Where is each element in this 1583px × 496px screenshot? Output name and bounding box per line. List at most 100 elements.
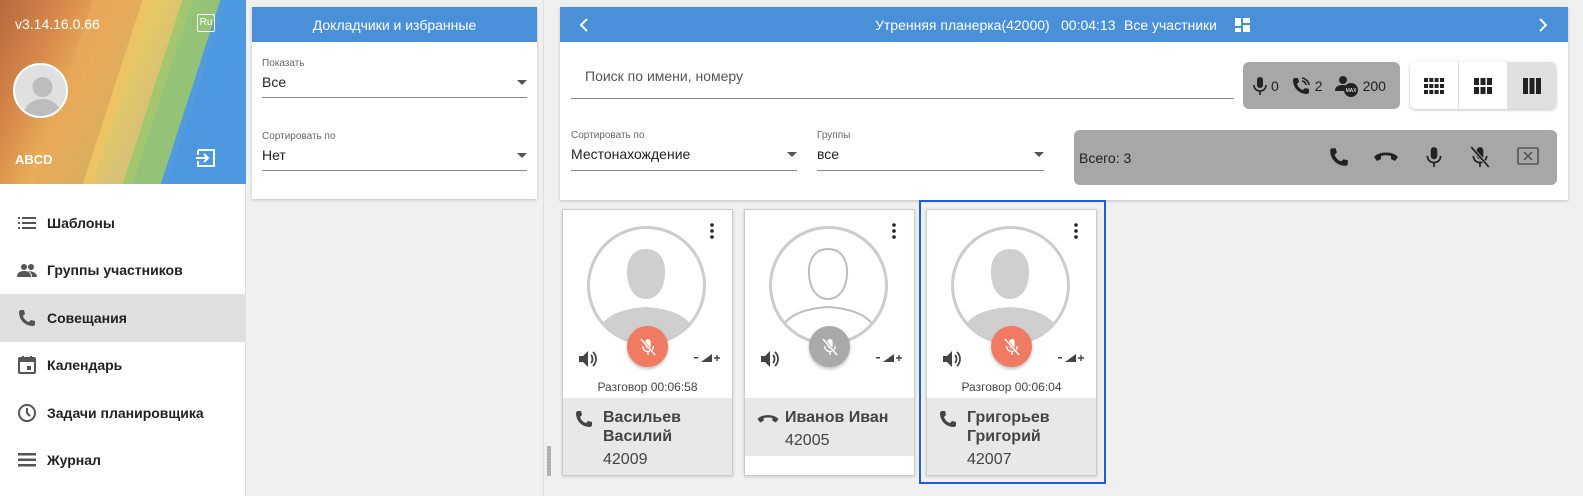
volume-icon[interactable] <box>942 350 962 368</box>
show-label: Показать <box>262 58 305 69</box>
speakers-sort-select[interactable]: Сортировать по Нет <box>262 131 527 171</box>
mic-count: 0 <box>1271 77 1279 94</box>
mic-off-icon <box>639 337 656 356</box>
show-value: Все <box>262 74 287 90</box>
layout-medium-grid-button[interactable] <box>1459 62 1508 109</box>
menu-item-conferences[interactable]: Совещания <box>0 294 246 342</box>
mute-toggle-button[interactable] <box>991 326 1032 367</box>
participant-card[interactable]: Иванов Иван 42005 <box>744 209 915 476</box>
menu-item-label: Календарь <box>47 357 123 374</box>
more-vertical-icon[interactable] <box>1074 223 1078 239</box>
phone-icon[interactable] <box>574 409 594 429</box>
participant-name: Васильев Василий <box>603 409 681 445</box>
groups-label: Группы <box>817 130 851 141</box>
max-participants-icon: MAX <box>1334 75 1358 97</box>
people-icon <box>17 264 37 278</box>
avatar[interactable] <box>13 63 68 118</box>
participant-number: 42009 <box>603 451 648 468</box>
layout-large-grid-button[interactable] <box>1508 62 1556 109</box>
show-select[interactable]: Показать Все <box>262 58 527 98</box>
participant-number: 42007 <box>967 451 1012 468</box>
language-switch[interactable]: Ru <box>197 14 215 32</box>
talk-duration: Разговор 00:06:04 <box>961 380 1062 394</box>
mute-all-icon[interactable] <box>1470 146 1490 168</box>
chevron-down-icon <box>517 153 527 158</box>
sort-value: Местонахождение <box>571 146 691 162</box>
menu-item-journal[interactable]: Журнал <box>0 437 246 485</box>
logout-icon[interactable] <box>195 148 217 168</box>
chevron-left-icon[interactable] <box>579 18 589 32</box>
sidebar: v3.14.16.0.66 Ru ABCD Шаблоны Группы уча… <box>0 0 246 496</box>
main-menu: Шаблоны Группы участников Совещания Кале… <box>0 199 246 484</box>
chevron-right-icon[interactable] <box>1538 18 1548 32</box>
participant-name: Иванов Иван <box>785 409 889 426</box>
search-input[interactable]: Поиск по имени, номеру <box>571 65 1234 99</box>
unmute-all-icon[interactable] <box>1426 146 1442 168</box>
menu-item-scheduler[interactable]: Задачи планировщика <box>0 389 246 437</box>
volume-icon[interactable] <box>578 350 598 368</box>
journal-icon <box>18 453 36 467</box>
mute-toggle-button[interactable] <box>809 326 850 367</box>
conference-timer: 00:04:13 <box>1061 17 1116 33</box>
mic-stat: 0 <box>1253 76 1279 96</box>
mute-toggle-button[interactable] <box>627 326 668 367</box>
volume-level-icon[interactable] <box>694 353 720 363</box>
sort-label: Сортировать по <box>571 130 645 141</box>
clock-icon <box>18 403 36 422</box>
conference-panel: Утренняя планерка(42000) 00:04:13 Все уч… <box>560 7 1568 200</box>
grid-columns-icon <box>1523 77 1541 94</box>
menu-item-templates[interactable]: Шаблоны <box>0 199 246 247</box>
more-vertical-icon[interactable] <box>892 223 896 239</box>
max-count: 200 <box>1362 77 1386 94</box>
talk-duration: Разговор 00:06:58 <box>597 380 698 394</box>
participant-name: Григорьев Григорий <box>967 409 1050 445</box>
mic-off-icon <box>1003 337 1020 356</box>
menu-item-label: Совещания <box>47 309 127 326</box>
participant-card[interactable]: Разговор 00:06:58 Васильев Василий 42009 <box>562 209 733 476</box>
chevron-down-icon <box>787 152 797 157</box>
calls-stat: 2 <box>1291 76 1323 96</box>
volume-level-icon[interactable] <box>1058 353 1084 363</box>
group-actions-bar: Всего: 3 <box>1074 130 1557 185</box>
username: ABCD <box>15 152 53 167</box>
groups-select[interactable]: Группы все <box>817 130 1044 171</box>
menu-item-groups[interactable]: Группы участников <box>0 247 246 295</box>
panel-splitter[interactable] <box>543 0 555 496</box>
participant-info: Григорьев Григорий 42007 <box>927 398 1096 475</box>
hangup-all-icon[interactable] <box>1373 149 1399 165</box>
sidebar-header: v3.14.16.0.66 Ru ABCD <box>0 0 246 184</box>
volume-level-icon[interactable] <box>876 353 902 363</box>
conference-sort-select[interactable]: Сортировать по Местонахождение <box>571 130 797 171</box>
max-stat: MAX 200 <box>1334 75 1386 97</box>
participants-total: Всего: 3 <box>1079 150 1132 166</box>
dashboard-icon[interactable] <box>1235 18 1250 32</box>
participant-info: Васильев Василий 42009 <box>563 398 732 475</box>
menu-item-calendar[interactable]: Календарь <box>0 342 246 390</box>
menu-item-label: Группы участников <box>47 262 183 279</box>
groups-value: все <box>817 146 840 162</box>
volume-icon[interactable] <box>760 350 780 368</box>
conference-stats: 0 2 MAX 200 <box>1243 62 1400 109</box>
participants-filter[interactable]: Все участники <box>1124 17 1217 33</box>
participant-number: 42005 <box>785 432 830 449</box>
splitter-handle[interactable] <box>547 446 551 476</box>
grid-small-icon <box>1424 77 1444 94</box>
max-badge: MAX <box>1345 88 1357 94</box>
conference-header: Утренняя планерка(42000) 00:04:13 Все уч… <box>560 7 1568 42</box>
more-vertical-icon[interactable] <box>710 223 714 239</box>
phone-icon[interactable] <box>938 409 958 429</box>
sort-value: Нет <box>262 147 286 163</box>
grid-medium-icon <box>1474 77 1492 94</box>
call-all-icon[interactable] <box>1328 146 1350 168</box>
layout-switcher <box>1410 62 1556 109</box>
remove-all-icon[interactable] <box>1517 147 1539 165</box>
phone-icon <box>19 309 35 326</box>
chevron-down-icon <box>517 80 527 85</box>
chevron-down-icon <box>1034 152 1044 157</box>
search-placeholder: Поиск по имени, номеру <box>585 68 744 84</box>
speakers-panel-title: Докладчики и избранные <box>252 7 537 42</box>
hangup-icon[interactable] <box>756 412 780 426</box>
participant-card-selected[interactable]: Разговор 00:06:04 Григорьев Григорий 420… <box>926 209 1097 476</box>
speakers-panel: Докладчики и избранные Показать Все Сорт… <box>252 7 537 199</box>
layout-small-grid-button[interactable] <box>1410 62 1459 109</box>
